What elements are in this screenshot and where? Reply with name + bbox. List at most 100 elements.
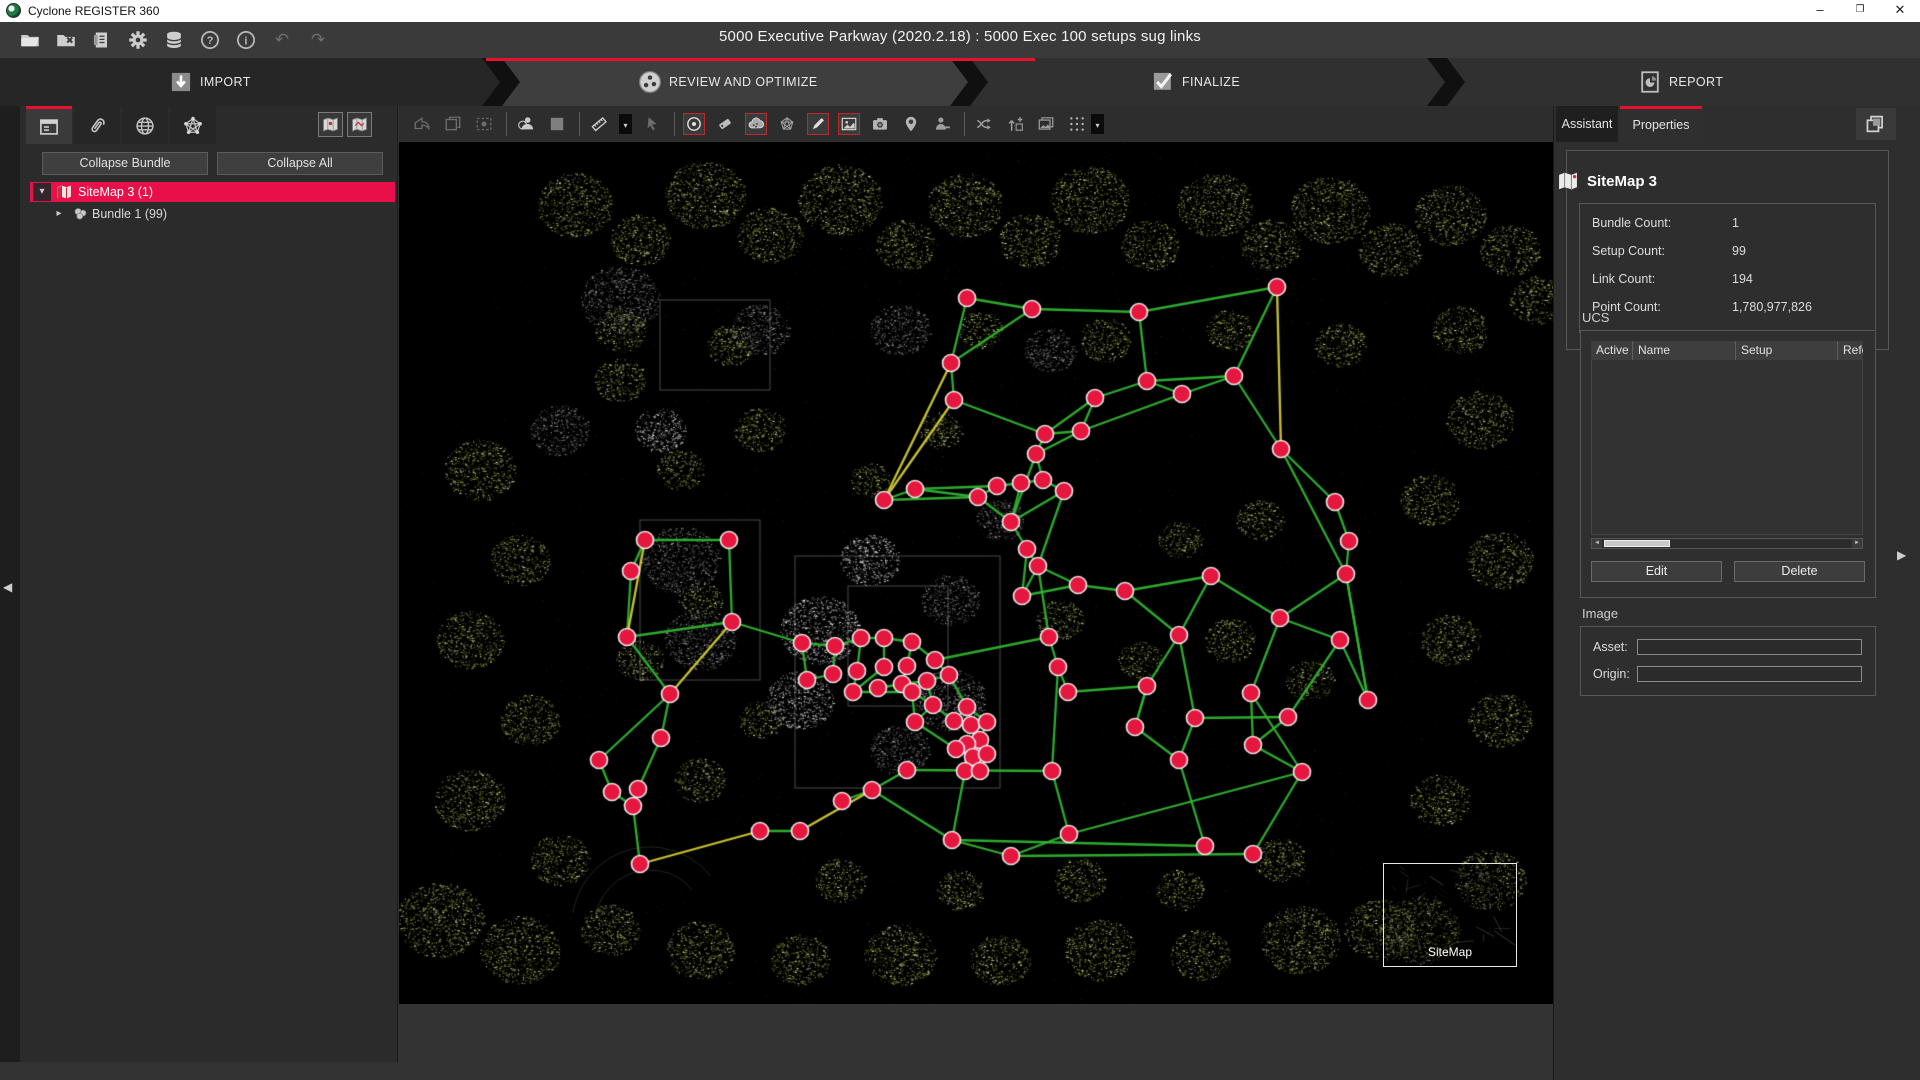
visual-alignment-icon[interactable] [515,113,537,135]
tab-network[interactable] [170,106,216,144]
grid-dropdown[interactable]: ▾ [1091,114,1104,134]
expander-closed-icon[interactable]: ▸ [50,205,68,223]
stat-point-count: Point Count:1,780,977,826 [1592,296,1867,318]
tab-report[interactable]: REPORT [1447,58,1920,106]
labels-tag-icon[interactable] [714,113,736,135]
ucs-box: Active Name Setup Refe ◄ ► Edit Delete [1580,330,1876,598]
tab-finalize-label: FINALIZE [1182,75,1240,89]
sitemap-icon [56,184,72,206]
ucs-delete-button[interactable]: Delete [1734,561,1865,582]
image-box: Asset: Origin: [1580,626,1876,696]
sitemap-viewport[interactable]: SiteMap [399,142,1553,1004]
image-gallery-icon[interactable] [1035,113,1057,135]
scroll-left-button[interactable]: ◄ [1592,539,1602,548]
col-reference[interactable]: Refe [1838,341,1863,360]
draw-link-pencil-icon[interactable] [807,113,829,135]
tab-finalize[interactable]: FINALIZE [970,58,1445,106]
send-to-icon[interactable] [411,113,433,135]
measure-ruler-icon[interactable] [588,113,610,135]
mesh-network-icon[interactable] [776,113,798,135]
stat-bundle-count: Bundle Count:1 [1592,212,1867,234]
expand-right-panel-arrow[interactable]: ▶ [1897,548,1906,562]
fill-square-icon[interactable] [546,113,568,135]
ucs-edit-button[interactable]: Edit [1591,561,1722,582]
properties-panel: Assistant Properties SiteMap 3 Bundle Co… [1553,106,1920,1080]
camera-icon[interactable] [869,113,891,135]
tree-item-sitemap[interactable]: ▾ SiteMap 3 (1) [30,182,395,202]
minimap[interactable]: SiteMap [1383,863,1517,967]
origin-label: Origin: [1593,667,1630,681]
tab-attachments[interactable] [74,106,120,144]
user-location-icon[interactable] [931,113,953,135]
tab-properties[interactable]: Properties [1620,106,1702,142]
tab-assistant[interactable]: Assistant [1556,106,1618,142]
active-tab-indicator [486,58,1035,61]
tree-item-bundle[interactable]: ▸ Bundle 1 (99) [30,204,395,224]
tab-import-label: IMPORT [200,75,251,89]
sitemap-view-button-2[interactable] [347,112,372,137]
stat-link-count: Link Count:194 [1592,268,1867,290]
tree-item-label: SiteMap 3 (1) [78,182,153,202]
project-explorer-panel: Collapse Bundle Collapse All ▾ SiteMap 3… [20,106,398,1062]
collapse-left-panel-arrow[interactable]: ◀ [3,580,12,594]
ucs-table-body[interactable] [1591,360,1863,535]
col-name[interactable]: Name [1633,341,1736,360]
toolbar-separator [674,112,675,136]
scrollbar-thumb[interactable] [1604,540,1670,547]
tab-import[interactable]: IMPORT [0,58,500,106]
minimap-label: SiteMap [1384,945,1516,959]
image-section-label: Image [1582,606,1618,621]
collapse-all-button[interactable]: Collapse All [217,152,383,175]
frame-icon[interactable] [442,113,464,135]
asset-label: Asset: [1593,640,1628,654]
properties-header: SiteMap 3 [1587,173,1657,190]
review-target-ball-icon [637,69,663,98]
point-cloud-toggle-icon[interactable] [745,113,767,135]
properties-header-title: SiteMap 3 [1587,173,1657,190]
toolbar-separator [506,112,507,136]
col-setup[interactable]: Setup [1736,341,1838,360]
sitemap-view-button-1[interactable] [318,112,343,137]
minimize-button[interactable]: – [1800,0,1840,22]
geotag-pin-icon[interactable] [900,113,922,135]
sitemap-properties-card: SiteMap 3 Bundle Count:1 Setup Count:99 … [1566,150,1889,350]
project-title: 5000 Executive Parkway (2020.2.18) : 500… [0,28,1920,45]
asset-field[interactable] [1637,639,1862,655]
status-area-left [0,1062,399,1080]
status-area [399,1004,1553,1080]
grid-display-icon[interactable] [1066,113,1088,135]
measure-dropdown[interactable]: ▾ [619,114,632,134]
close-button[interactable]: ✕ [1880,0,1920,22]
col-active[interactable]: Active [1591,341,1633,360]
report-page-icon [1637,69,1663,98]
stats-box: Bundle Count:1 Setup Count:99 Link Count… [1579,203,1876,333]
collapse-bundle-button[interactable]: Collapse Bundle [42,152,208,175]
toolbar-separator [579,112,580,136]
tab-report-label: REPORT [1669,75,1723,89]
window-title: Cyclone REGISTER 360 [28,4,159,18]
workflow-tabstrip: IMPORT REVIEW AND OPTIMIZE FINALIZE REPO… [0,58,1920,106]
origin-field[interactable] [1637,666,1862,682]
expander-open-icon[interactable]: ▾ [33,183,51,201]
app-logo-icon [6,3,21,18]
point-cloud-canvas[interactable] [399,142,1553,1004]
finalize-check-icon [1150,69,1176,98]
cyclone-register360-window: Cyclone REGISTER 360 – ❐ ✕ ? i ↶ ↷ 5000 … [0,0,1920,1080]
tab-review-and-optimize[interactable]: REVIEW AND OPTIMIZE [502,58,968,106]
add-setup-icon[interactable] [1004,113,1026,135]
tab-project-tree[interactable] [26,106,72,144]
image-overlay-icon[interactable] [838,113,860,135]
tab-web[interactable] [122,106,168,144]
ucs-section-label: UCS [1582,310,1609,325]
tree-item-label: Bundle 1 (99) [92,204,167,224]
scroll-right-button[interactable]: ► [1852,539,1862,548]
marquee-select-icon[interactable] [473,113,495,135]
show-setups-toggle-icon[interactable] [683,113,705,135]
auto-links-icon[interactable] [973,113,995,135]
ucs-table-header: Active Name Setup Refe [1591,341,1863,360]
maximize-button[interactable]: ❐ [1840,0,1880,22]
detach-panel-button[interactable] [1856,108,1896,140]
pick-cursor-icon[interactable] [641,113,663,135]
ucs-horizontal-scrollbar[interactable]: ◄ ► [1591,538,1863,549]
title-bar: Cyclone REGISTER 360 – ❐ ✕ [0,0,1920,22]
